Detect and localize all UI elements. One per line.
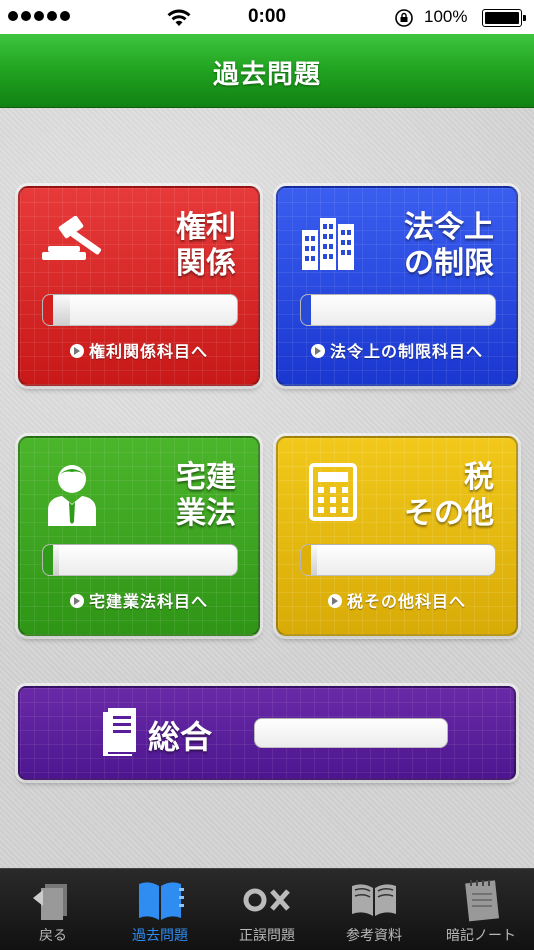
progress-bar bbox=[300, 544, 496, 576]
back-icon bbox=[33, 884, 67, 920]
arrow-right-icon bbox=[310, 344, 325, 358]
tile-link-label: 法令上の制限科目へ bbox=[329, 342, 483, 361]
tile-link-takken[interactable]: 宅建業法科目へ bbox=[20, 588, 258, 612]
document-icon bbox=[103, 708, 136, 756]
progress-fill bbox=[43, 295, 71, 325]
tile-link-label: 宅建業法科目へ bbox=[88, 592, 208, 611]
battery-icon bbox=[482, 9, 526, 27]
tile-zei[interactable]: 税 その他 税その他科目へ bbox=[276, 436, 518, 636]
nav-bar: 過去問題 bbox=[0, 34, 534, 108]
book-icon bbox=[139, 882, 184, 920]
tile-title: 権利 関係 bbox=[176, 210, 236, 281]
tab-label: 過去問題 bbox=[132, 928, 188, 944]
calculator-icon bbox=[309, 463, 357, 521]
tab-true-false[interactable]: 正誤問題 bbox=[214, 869, 320, 950]
tile-title: 宅建 業法 bbox=[176, 460, 236, 531]
progress-bar bbox=[254, 718, 448, 748]
tab-label: 戻る bbox=[39, 928, 67, 944]
tile-link-label: 税その他科目へ bbox=[346, 592, 466, 611]
tab-past-questions[interactable]: 過去問題 bbox=[107, 869, 213, 950]
tab-memo-notes[interactable]: 暗記ノート bbox=[428, 869, 534, 950]
tile-link-zei[interactable]: 税その他科目へ bbox=[278, 588, 516, 612]
progress-bar bbox=[300, 294, 496, 326]
tile-kenri[interactable]: 権利 関係 権利関係科目へ bbox=[18, 186, 260, 386]
open-book-icon bbox=[352, 884, 396, 916]
ox-icon bbox=[243, 888, 290, 912]
progress-bar bbox=[42, 544, 238, 576]
tab-label: 暗記ノート bbox=[446, 928, 516, 944]
status-bar: 0:00 100% bbox=[0, 0, 534, 34]
tab-label: 正誤問題 bbox=[239, 928, 295, 944]
progress-fill bbox=[301, 295, 311, 325]
battery-percentage: 100% bbox=[424, 7, 468, 26]
tile-link-hourei[interactable]: 法令上の制限科目へ bbox=[278, 338, 516, 362]
tab-back[interactable]: 戻る bbox=[0, 869, 106, 950]
progress-bar bbox=[42, 294, 238, 326]
notebook-icon bbox=[465, 880, 500, 922]
person-icon bbox=[48, 465, 96, 526]
tile-takken[interactable]: 宅建 業法 宅建業法科目へ bbox=[18, 436, 260, 636]
progress-fill bbox=[43, 545, 59, 575]
arrow-right-icon bbox=[69, 594, 84, 608]
main-content: 権利 関係 権利関係科目へ 法令上 の制限 法令上の制限科目へ 宅建 業法 宅建… bbox=[0, 108, 534, 868]
tab-reference[interactable]: 参考資料 bbox=[321, 869, 427, 950]
arrow-right-icon bbox=[327, 594, 342, 608]
building-icon bbox=[302, 218, 354, 270]
tile-sougou[interactable]: 総合 bbox=[18, 686, 516, 780]
arrow-right-icon bbox=[69, 344, 84, 358]
progress-fill bbox=[301, 545, 317, 575]
page-title: 過去問題 bbox=[212, 60, 321, 90]
tile-link-kenri[interactable]: 権利関係科目へ bbox=[20, 338, 258, 362]
tab-bar: 戻る 過去問題 正誤問題 参考資料 暗記ノート bbox=[0, 868, 534, 950]
tile-title: 総合 bbox=[148, 718, 213, 756]
tab-label: 参考資料 bbox=[346, 928, 402, 944]
tile-title: 法令上 の制限 bbox=[404, 210, 494, 281]
tile-link-label: 権利関係科目へ bbox=[88, 342, 208, 361]
tile-hourei[interactable]: 法令上 の制限 法令上の制限科目へ bbox=[276, 186, 518, 386]
tile-title: 税 その他 bbox=[404, 460, 494, 531]
rotation-lock-icon bbox=[395, 9, 413, 27]
gavel-icon bbox=[42, 216, 102, 260]
